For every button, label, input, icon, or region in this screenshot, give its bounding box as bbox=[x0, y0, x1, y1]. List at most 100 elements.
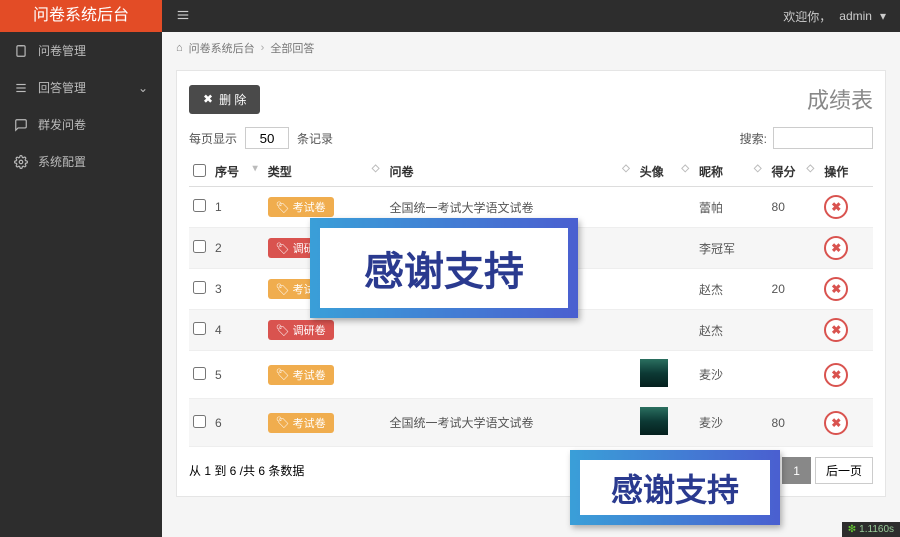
overlay-banner-1: 感谢支持 bbox=[310, 218, 578, 318]
sidebar-item-answer-mgmt[interactable]: 回答管理 ⌄ bbox=[0, 69, 162, 106]
sidebar-item-label: 回答管理 bbox=[38, 79, 86, 96]
tag-icon: 🏷 bbox=[276, 201, 290, 214]
sidebar-item-survey-mgmt[interactable]: 问卷管理 bbox=[0, 32, 162, 69]
search-box: 搜索: bbox=[740, 127, 873, 149]
page-1-button[interactable]: 1 bbox=[782, 457, 811, 484]
type-tag: 🏷调研卷 bbox=[268, 320, 334, 340]
panel-header: ✖ 删 除 成绩表 bbox=[189, 83, 873, 115]
cell-score bbox=[768, 310, 821, 351]
search-input[interactable] bbox=[773, 127, 873, 149]
sort-icon: ▾ bbox=[253, 163, 258, 174]
cell-score: 80 bbox=[768, 187, 821, 228]
row-delete-button[interactable]: ✖ bbox=[824, 277, 848, 301]
col-action: 操作 bbox=[820, 157, 873, 187]
cell-index: 2 bbox=[211, 228, 264, 269]
row-checkbox[interactable] bbox=[193, 281, 206, 294]
per-page-suffix: 条记录 bbox=[297, 130, 333, 147]
cell-avatar bbox=[636, 310, 695, 351]
row-delete-button[interactable]: ✖ bbox=[824, 236, 848, 260]
sort-icon: ◇ bbox=[622, 163, 630, 174]
cell-index: 4 bbox=[211, 310, 264, 351]
col-index[interactable]: 序号▾ bbox=[211, 157, 264, 187]
row-delete-button[interactable]: ✖ bbox=[824, 195, 848, 219]
cell-score bbox=[768, 351, 821, 399]
col-nick[interactable]: 昵称◇ bbox=[695, 157, 767, 187]
cell-nick: 李冠军 bbox=[695, 228, 767, 269]
avatar bbox=[640, 359, 668, 387]
row-checkbox[interactable] bbox=[193, 367, 206, 380]
cell-index: 6 bbox=[211, 399, 264, 447]
comment-icon bbox=[14, 118, 28, 132]
page-title: 成绩表 bbox=[807, 83, 873, 115]
tag-icon: 🏷 bbox=[276, 416, 290, 429]
col-score[interactable]: 得分◇ bbox=[768, 157, 821, 187]
row-checkbox[interactable] bbox=[193, 240, 206, 253]
cell-nick: 麦沙 bbox=[695, 399, 767, 447]
search-label: 搜索: bbox=[740, 130, 767, 147]
welcome-prefix: 欢迎你， bbox=[783, 8, 831, 25]
user-menu[interactable]: 欢迎你， admin ▾ bbox=[783, 8, 886, 25]
type-tag: 🏷考试卷 bbox=[268, 197, 334, 217]
overlay-banner-2: 感谢支持 bbox=[570, 450, 780, 525]
sidebar-item-broadcast[interactable]: 群发问卷 bbox=[0, 106, 162, 143]
sidebar-item-label: 系统配置 bbox=[38, 153, 86, 170]
tag-icon: 🏷 bbox=[276, 283, 290, 296]
select-all-checkbox[interactable] bbox=[193, 164, 206, 177]
sidebar-item-label: 问卷管理 bbox=[38, 42, 86, 59]
overlay-text: 感谢支持 bbox=[320, 228, 568, 308]
table-row: 6🏷考试卷 全国统一考试大学语文试卷 麦沙80✖ bbox=[189, 399, 873, 447]
cell-score: 80 bbox=[768, 399, 821, 447]
cell-nick: 赵杰 bbox=[695, 310, 767, 351]
sort-icon: ◇ bbox=[807, 163, 815, 174]
sort-icon: ◇ bbox=[681, 163, 689, 174]
tag-icon: 🏷 bbox=[276, 368, 290, 381]
row-checkbox[interactable] bbox=[193, 322, 206, 335]
cell-score: 20 bbox=[768, 269, 821, 310]
type-tag: 🏷考试卷 bbox=[268, 365, 334, 385]
cell-index: 1 bbox=[211, 187, 264, 228]
row-checkbox[interactable] bbox=[193, 199, 206, 212]
clipboard-icon bbox=[14, 44, 28, 58]
row-delete-button[interactable]: ✖ bbox=[824, 411, 848, 435]
sidebar-item-system-config[interactable]: 系统配置 bbox=[0, 143, 162, 180]
breadcrumb-current: 全部回答 bbox=[270, 40, 314, 56]
cell-title bbox=[385, 351, 635, 399]
row-checkbox[interactable] bbox=[193, 415, 206, 428]
next-page-button[interactable]: 后一页 bbox=[815, 457, 873, 484]
type-tag: 🏷考试卷 bbox=[268, 413, 334, 433]
table-toolbar: 每页显示 条记录 搜索: bbox=[189, 127, 873, 149]
chevron-down-icon: ⌄ bbox=[138, 81, 148, 95]
sort-icon: ◇ bbox=[372, 163, 380, 174]
hamburger-icon[interactable] bbox=[176, 8, 190, 25]
cell-nick: 赵杰 bbox=[695, 269, 767, 310]
col-survey[interactable]: 问卷◇ bbox=[385, 157, 635, 187]
col-checkbox bbox=[189, 157, 211, 187]
delete-button[interactable]: ✖ 删 除 bbox=[189, 85, 260, 114]
overlay-text: 感谢支持 bbox=[580, 460, 770, 515]
avatar bbox=[640, 407, 668, 435]
row-delete-button[interactable]: ✖ bbox=[824, 318, 848, 342]
logo: 问卷系统后台 bbox=[0, 0, 162, 32]
cell-title: 全国统一考试大学语文试卷 bbox=[385, 399, 635, 447]
gear-icon bbox=[14, 155, 28, 169]
leaf-icon: ❇ bbox=[848, 524, 856, 535]
col-type[interactable]: 类型◇ bbox=[264, 157, 386, 187]
sort-icon: ◇ bbox=[754, 163, 762, 174]
breadcrumb-sep: › bbox=[261, 42, 265, 54]
cell-index: 5 bbox=[211, 351, 264, 399]
cell-score bbox=[768, 228, 821, 269]
row-delete-button[interactable]: ✖ bbox=[824, 363, 848, 387]
breadcrumb-home[interactable]: 问卷系统后台 bbox=[189, 40, 255, 56]
username: admin bbox=[839, 9, 872, 23]
cell-avatar bbox=[636, 187, 695, 228]
cell-avatar bbox=[636, 399, 695, 447]
col-avatar[interactable]: 头像◇ bbox=[636, 157, 695, 187]
table-header-row: 序号▾ 类型◇ 问卷◇ 头像◇ 昵称◇ 得分◇ 操作 bbox=[189, 157, 873, 187]
cell-index: 3 bbox=[211, 269, 264, 310]
per-page-input[interactable] bbox=[245, 127, 289, 149]
close-icon: ✖ bbox=[203, 92, 213, 106]
footer-info: 从 1 到 6 /共 6 条数据 bbox=[189, 462, 304, 479]
status-bar: ❇ 1.1160s bbox=[842, 522, 900, 537]
sidebar: 问卷系统后台 问卷管理 回答管理 ⌄ 群发问卷 系统配置 bbox=[0, 0, 162, 537]
cell-avatar bbox=[636, 269, 695, 310]
